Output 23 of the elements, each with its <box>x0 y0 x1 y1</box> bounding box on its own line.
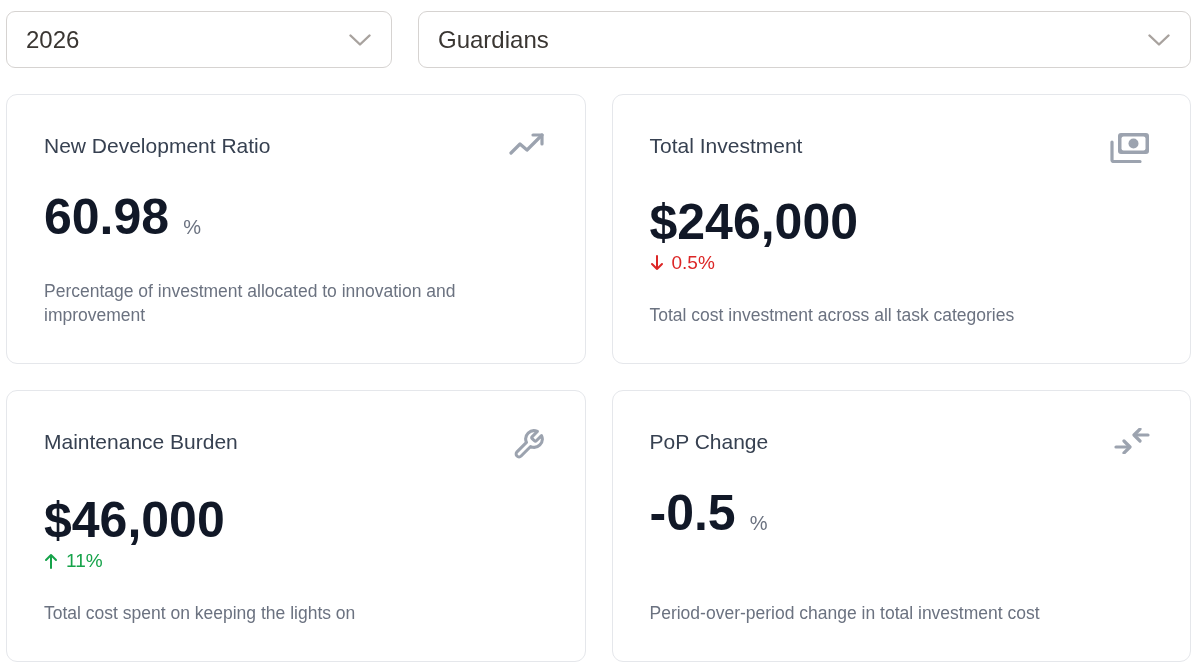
dropdown[interactable]: 2026 <box>6 11 392 68</box>
card-description: Percentage of investment allocated to innovation and improvement <box>44 280 457 327</box>
card-title: Maintenance Burden <box>44 430 238 454</box>
card-title: New Development Ratio <box>44 134 271 158</box>
unit-label: % <box>749 512 768 535</box>
arrows-inward-icon <box>1114 428 1150 454</box>
dropdown[interactable]: Guardians <box>418 11 1191 68</box>
metric-value: $46,000 <box>44 493 225 547</box>
card-description: Total cost spent on keeping the lights on <box>44 602 357 625</box>
banknotes-icon <box>1110 132 1150 163</box>
metric-value: $246,000 <box>649 195 859 249</box>
change-percent: 11% <box>66 549 103 573</box>
chevron-down-icon <box>1148 33 1170 46</box>
metric-value: 60.98 <box>44 190 170 244</box>
card-title: Total Investment <box>649 134 803 158</box>
metric-value: -0.5 <box>649 486 736 540</box>
card-description: Total cost investment across all task categories <box>649 304 1016 327</box>
change-percent: 0.5% <box>671 251 715 275</box>
card-description: Period-over-period change in total investment cost <box>649 602 1041 625</box>
card-title: PoP Change <box>649 430 769 454</box>
unit-label: % <box>183 216 201 239</box>
trend-up-icon <box>508 132 545 156</box>
chevron-down-icon <box>349 33 371 46</box>
